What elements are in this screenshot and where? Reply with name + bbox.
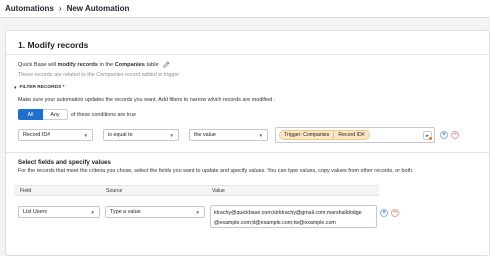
page-title: New Automation (66, 4, 130, 13)
breadcrumb: Automations › New Automation (0, 0, 490, 18)
action-subdescription: These records are related to the Compani… (18, 72, 180, 78)
chevron-down-icon: ▼ (90, 210, 95, 215)
filter-value-type-select[interactable]: the value ▼ (189, 129, 268, 141)
action-card: 1. Modify records Quick Base will modify… (5, 30, 490, 256)
action-description: Quick Base will modify records in the Co… (18, 61, 170, 68)
value-line-2: @example.com;tt@example.com;tw@example.c… (214, 220, 336, 226)
chevron-down-icon: ▼ (258, 133, 263, 138)
remove-field-button[interactable]: − (391, 209, 399, 217)
chevron-down-icon: ▼ (83, 133, 88, 138)
pencil-icon[interactable] (162, 61, 170, 68)
chevron-down-icon: ▼ (169, 133, 174, 138)
section-title: 1. Modify records (18, 40, 89, 50)
column-header-source: Source (106, 188, 123, 194)
desc-prefix: Quick Base will (18, 61, 56, 68)
filter-field-select[interactable]: Record ID# ▼ (18, 129, 93, 141)
field-select-value: List Users (23, 209, 47, 215)
fields-section-description: For the records that meet the criteria y… (18, 168, 414, 174)
breadcrumb-automations-link[interactable]: Automations (5, 4, 54, 13)
source-select[interactable]: Type a value ▼ (105, 206, 205, 218)
desc-table: Companies (114, 61, 145, 68)
fields-section-title: Select fields and specify values (18, 159, 111, 166)
trigger-chip-field: Record ID# (333, 132, 365, 138)
filter-value-input[interactable]: Trigger: Companies Record ID# ▸ (275, 127, 435, 143)
filter-operator-select[interactable]: is equal to ▼ (103, 129, 179, 141)
toggle-any-button[interactable]: Any (43, 109, 68, 120)
filter-records-label: FILTER RECORDS * (19, 85, 65, 90)
section-divider (6, 54, 489, 55)
trigger-field-chip[interactable]: Trigger: Companies Record ID# (279, 130, 370, 140)
toggle-all-button[interactable]: All (18, 109, 43, 120)
filter-hint: Make sure your automation updates the re… (18, 97, 276, 103)
condition-toggle: All Any of these conditions are true (18, 109, 136, 120)
breadcrumb-separator: › (58, 4, 62, 13)
field-select[interactable]: List Users ▼ (18, 206, 100, 218)
remove-condition-button[interactable]: − (451, 131, 459, 139)
filter-value-type-value: the value (194, 132, 216, 138)
fields-table-header: Field Source Value (14, 185, 379, 196)
value-line-1: ktrachy@quickbase.com;kirktrachy@gmail.c… (214, 210, 362, 216)
source-select-value: Type a value (110, 209, 141, 215)
add-condition-button[interactable]: + (440, 131, 448, 139)
add-field-button[interactable]: + (380, 209, 388, 217)
column-header-field: Field (20, 188, 32, 194)
desc-action: modify records (57, 61, 98, 68)
insert-field-icon[interactable]: ▸ (423, 131, 432, 140)
section-divider (6, 152, 489, 153)
column-header-value: Value (212, 188, 225, 194)
filter-field-value: Record ID# (23, 132, 51, 138)
desc-middle: in the (99, 61, 114, 68)
desc-suffix: table (146, 61, 159, 68)
chevron-down-icon: ▼ (195, 210, 200, 215)
toggle-tail-text: of these conditions are true (71, 111, 137, 118)
filter-records-header[interactable]: ▾ FILTER RECORDS * (6, 83, 489, 92)
caret-down-icon: ▾ (14, 84, 17, 91)
trigger-chip-label: Trigger: Companies (284, 132, 330, 138)
field-value-textarea[interactable]: ktrachy@quickbase.com;kirktrachy@gmail.c… (210, 205, 377, 228)
filter-operator-value: is equal to (108, 132, 133, 138)
